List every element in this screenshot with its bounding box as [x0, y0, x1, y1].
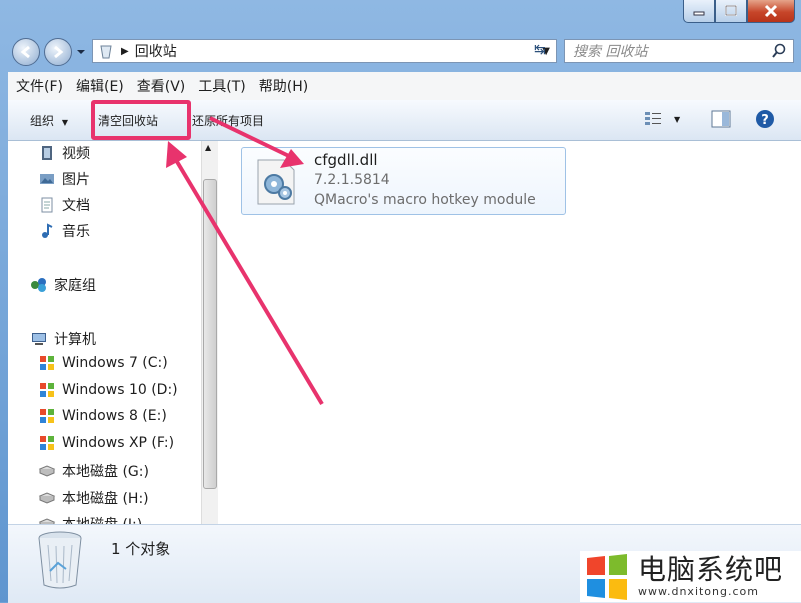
hard-disk-icon	[38, 463, 56, 479]
recycle-bin-icon	[38, 531, 82, 589]
menu-edit[interactable]: 编辑(E)	[71, 76, 129, 96]
windows-logo-icon	[587, 553, 627, 600]
homegroup-icon	[30, 277, 48, 293]
preview-pane-icon[interactable]	[711, 110, 731, 128]
status-item-count: 1 个对象	[111, 540, 171, 558]
music-library-icon	[38, 223, 56, 239]
close-button[interactable]	[747, 0, 795, 23]
menu-tools[interactable]: 工具(T)	[193, 76, 250, 96]
maximize-button[interactable]	[715, 0, 747, 23]
search-icon[interactable]	[771, 43, 787, 59]
restore-all-items-button[interactable]: 还原所有项目	[184, 108, 272, 133]
nav-item-drive-g[interactable]: 本地磁盘 (G:)	[38, 461, 149, 481]
nav-item-drive-e[interactable]: Windows 8 (E:)	[38, 408, 167, 424]
nav-label-drive-g: 本地磁盘 (G:)	[62, 464, 149, 480]
nav-label-drive-e: Windows 8 (E:)	[62, 408, 167, 424]
scroll-up-icon[interactable]: ▲	[205, 143, 211, 152]
nav-label-pictures: 图片	[62, 172, 90, 188]
nav-label-documents: 文档	[62, 198, 90, 214]
hard-disk-icon	[38, 490, 56, 506]
nav-item-drive-f[interactable]: Windows XP (F:)	[38, 435, 174, 451]
close-icon	[764, 4, 778, 18]
menu-view[interactable]: 查看(V)	[132, 76, 191, 96]
menu-help[interactable]: 帮助(H)	[254, 76, 313, 96]
history-dropdown-icon[interactable]	[76, 48, 86, 56]
menu-bar: 文件(F) 编辑(E) 查看(V) 工具(T) 帮助(H)	[8, 72, 801, 101]
nav-item-drive-h[interactable]: 本地磁盘 (H:)	[38, 488, 149, 508]
nav-item-videos[interactable]: 视频	[38, 143, 90, 163]
file-item-cfgdll[interactable]: cfgdll.dll 7.2.1.5814 QMacro's macro hot…	[241, 147, 566, 215]
forward-button[interactable]	[44, 38, 72, 66]
view-dropdown-icon: ▼	[674, 114, 681, 124]
watermark: 电脑系统吧 www.dnxitong.com	[580, 551, 801, 602]
nav-item-documents[interactable]: 文档	[38, 195, 90, 215]
empty-bin-highlight-box	[91, 100, 191, 140]
refresh-button[interactable]: ↹	[534, 42, 554, 60]
address-row: ▶ 回收站 ▼ ↹ 搜索 回收站	[0, 34, 801, 70]
back-arrow-icon	[20, 45, 30, 59]
nav-item-computer[interactable]: 计算机	[30, 329, 96, 349]
maximize-icon	[725, 5, 737, 16]
window-frame: ▶ 回收站 ▼ ↹ 搜索 回收站 文件(F) 编辑(E) 查看(V) 工具(T)…	[0, 0, 801, 603]
watermark-title: 电脑系统吧	[638, 553, 784, 586]
back-button[interactable]	[12, 38, 40, 66]
breadcrumb-recycle-bin[interactable]: 回收站	[135, 41, 177, 61]
search-input[interactable]: 搜索 回收站	[573, 41, 647, 61]
address-bar[interactable]: ▶ 回收站 ▼	[92, 39, 557, 63]
windows-drive-icon	[38, 408, 56, 424]
recycle-bin-small-icon	[100, 45, 112, 59]
view-details-icon	[645, 112, 661, 125]
svg-text:?: ?	[761, 113, 769, 128]
minimize-icon	[693, 11, 705, 16]
nav-item-homegroup[interactable]: 家庭组	[30, 275, 96, 295]
video-library-icon	[38, 145, 56, 161]
nav-item-drive-c[interactable]: Windows 7 (C:)	[38, 355, 168, 371]
nav-label-drive-c: Windows 7 (C:)	[62, 355, 168, 371]
nav-label-homegroup: 家庭组	[54, 278, 96, 294]
menu-file[interactable]: 文件(F)	[11, 76, 68, 96]
nav-label-drive-h: 本地磁盘 (H:)	[62, 491, 149, 507]
documents-library-icon	[38, 197, 56, 213]
nav-label-music: 音乐	[62, 224, 90, 240]
windows-drive-icon	[38, 382, 56, 398]
nav-label-drive-d: Windows 10 (D:)	[62, 382, 178, 398]
windows-drive-icon	[38, 355, 56, 371]
search-box[interactable]: 搜索 回收站	[564, 39, 794, 63]
windows-drive-icon	[38, 435, 56, 451]
nav-label-drive-f: Windows XP (F:)	[62, 435, 175, 451]
computer-icon	[30, 331, 48, 347]
forward-arrow-icon	[54, 45, 64, 59]
minimize-button[interactable]	[683, 0, 715, 23]
organize-button[interactable]: 组织 ▼	[22, 108, 76, 133]
scroll-thumb[interactable]	[203, 179, 217, 489]
dll-file-icon	[257, 159, 295, 205]
nav-label-computer: 计算机	[54, 332, 96, 348]
refresh-icon: ↹	[534, 42, 546, 58]
nav-item-pictures[interactable]: 图片	[38, 169, 90, 189]
pictures-library-icon	[38, 171, 56, 187]
watermark-url: www.dnxitong.com	[638, 585, 759, 598]
view-options-button[interactable]: ▼	[644, 110, 680, 128]
help-icon[interactable]: ?	[755, 109, 775, 129]
file-name: cfgdll.dll	[314, 151, 378, 169]
explorer-client: 文件(F) 编辑(E) 查看(V) 工具(T) 帮助(H) 组织 ▼ 清空回收站…	[8, 72, 801, 603]
file-version: 7.2.1.5814	[314, 172, 390, 188]
nav-item-music[interactable]: 音乐	[38, 221, 90, 241]
caption-buttons	[683, 0, 795, 26]
file-description: QMacro's macro hotkey module	[314, 192, 536, 208]
breadcrumb-separator-icon: ▶	[121, 45, 129, 57]
nav-item-drive-d[interactable]: Windows 10 (D:)	[38, 382, 178, 398]
organize-label: 组织	[30, 113, 55, 128]
nav-label-videos: 视频	[62, 146, 90, 162]
organize-dropdown-icon: ▼	[61, 117, 68, 127]
